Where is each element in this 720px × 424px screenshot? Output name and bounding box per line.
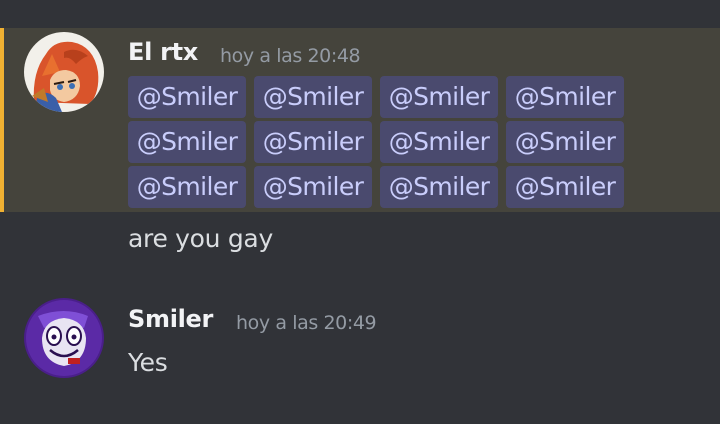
user-mention[interactable]: @Smiler <box>380 76 498 118</box>
user-mention[interactable]: @Smiler <box>128 166 246 208</box>
user-mention[interactable]: @Smiler <box>254 76 372 118</box>
message-timestamp[interactable]: hoy a las 20:49 <box>236 312 377 334</box>
user-mention[interactable]: @Smiler <box>128 121 246 163</box>
top-band <box>0 0 720 28</box>
mention-highlight-bar <box>0 28 4 212</box>
user-mention[interactable]: @Smiler <box>254 121 372 163</box>
message-author-name[interactable]: El rtx <box>128 38 198 66</box>
user-mention[interactable]: @Smiler <box>506 121 624 163</box>
smiling-face-avatar-icon <box>24 298 104 378</box>
user-mention[interactable]: @Smiler <box>506 166 624 208</box>
avatar-el-rtx[interactable] <box>24 32 104 112</box>
user-mention[interactable]: @Smiler <box>254 166 372 208</box>
user-mention[interactable]: @Smiler <box>380 166 498 208</box>
user-mention[interactable]: @Smiler <box>506 76 624 118</box>
user-mention[interactable]: @Smiler <box>380 121 498 163</box>
user-mention[interactable]: @Smiler <box>128 76 246 118</box>
message-text: Yes <box>128 348 168 377</box>
message-author-name[interactable]: Smiler <box>128 305 213 333</box>
avatar-smiler[interactable] <box>24 298 104 378</box>
fox-character-avatar-icon <box>24 32 104 112</box>
message-text: are you gay <box>128 224 273 253</box>
message-timestamp[interactable]: hoy a las 20:48 <box>220 45 361 67</box>
